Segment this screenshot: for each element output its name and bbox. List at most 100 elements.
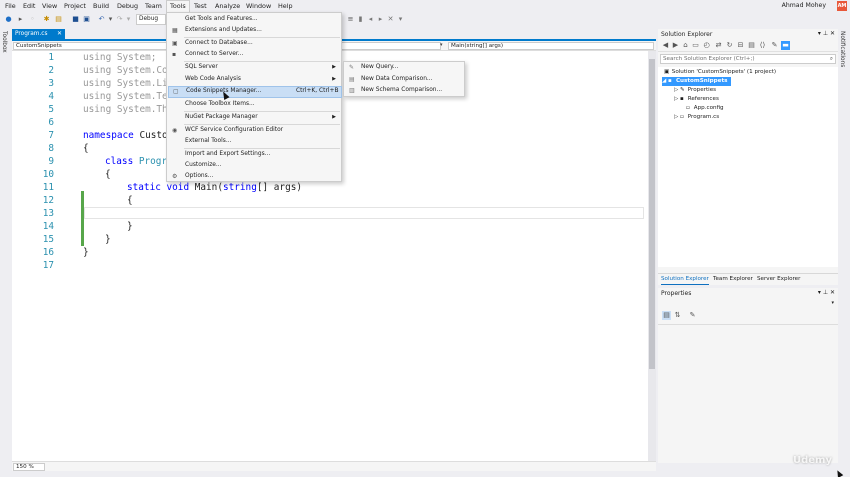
open-file-icon[interactable]: ▤ <box>54 15 63 24</box>
menu-debug[interactable]: Debug <box>114 0 141 12</box>
solution-search-input[interactable]: Search Solution Explorer (Ctrl+;) ⌕ <box>660 54 836 64</box>
pending-changes-icon[interactable]: ◴ <box>702 41 711 50</box>
menu-item-options[interactable]: ⚙ Options... <box>168 171 342 183</box>
undo-dropdown-icon[interactable]: ▾ <box>106 15 115 24</box>
menu-view[interactable]: View <box>39 0 60 12</box>
tree-item-project[interactable]: ◢ ▪ CustomSnippets <box>662 77 732 86</box>
collapse-all-icon[interactable]: ⊟ <box>736 41 745 50</box>
menu-item-web-code-analysis[interactable]: Web Code Analysis ▶ <box>168 74 342 86</box>
bookmark-icon[interactable]: ▮ <box>356 15 365 24</box>
menu-analyze[interactable]: Analyze <box>212 0 243 12</box>
dropdown-icon[interactable]: ▾ <box>818 30 821 37</box>
redo-dropdown-icon[interactable]: ▾ <box>124 15 133 24</box>
menu-item-connect-database[interactable]: ▣ Connect to Database... <box>168 38 342 50</box>
pin-icon[interactable]: ⊥ <box>823 30 828 37</box>
menu-item-label: NuGet Package Manager <box>185 114 258 120</box>
tree-item-properties[interactable]: ▷ ✎ Properties <box>674 86 716 95</box>
bookmark-clear-icon[interactable]: ✕ <box>386 15 395 24</box>
menu-item-import-export[interactable]: Import and Export Settings... <box>168 149 342 161</box>
submenu-item-label: New Schema Comparison... <box>361 87 443 93</box>
menu-test[interactable]: Test <box>191 0 210 12</box>
submenu-item-new-schema-comparison[interactable]: ▥ New Schema Comparison... <box>345 85 465 97</box>
preview-icon[interactable]: ▬ <box>781 41 790 50</box>
menu-item-external-tools[interactable]: External Tools... <box>168 136 342 148</box>
menu-item-extensions[interactable]: ▦ Extensions and Updates... <box>168 25 342 37</box>
user-name[interactable]: Ahmad Mohey <box>782 0 826 12</box>
tools-menu: Get Tools and Features... ▦ Extensions an… <box>166 12 342 182</box>
switch-views-icon[interactable]: ▭ <box>691 41 700 50</box>
search-icon[interactable]: ⌕ <box>830 55 833 63</box>
tab-program-cs[interactable]: Program.cs ✕ <box>12 29 65 39</box>
back-icon[interactable]: ● <box>4 15 13 24</box>
menu-item-customize[interactable]: Customize... <box>168 160 342 172</box>
property-pages-icon[interactable]: ✎ <box>688 311 697 320</box>
member-nav-dropdown[interactable]: Main(string[] args) <box>448 42 654 50</box>
submenu-item-new-data-comparison[interactable]: ▤ New Data Comparison... <box>345 74 465 86</box>
save-all-icon[interactable]: ▣ <box>82 15 91 24</box>
view-code-icon[interactable]: ⟨⟩ <box>758 41 767 50</box>
tree-item-app-config[interactable]: ▫ App.config <box>686 104 724 113</box>
menu-help[interactable]: Help <box>275 0 296 12</box>
menu-item-wcf-editor[interactable]: ◉ WCF Service Configuration Editor <box>168 125 342 137</box>
properties-icon[interactable]: ✎ <box>770 41 779 50</box>
toolbox-strip: Toolbox <box>0 27 12 477</box>
redo-icon[interactable]: ↷ <box>115 15 124 24</box>
menu-item-nuget[interactable]: NuGet Package Manager ▶ <box>168 112 342 124</box>
configuration-select[interactable]: Debug <box>136 14 166 25</box>
scrollbar-thumb[interactable] <box>649 59 655 369</box>
categorized-icon[interactable]: ▤ <box>662 311 671 320</box>
zoom-level-dropdown[interactable]: 150 % <box>13 463 45 471</box>
menu-window[interactable]: Window <box>243 0 274 12</box>
dropdown-icon[interactable]: ▾ <box>818 289 821 296</box>
menu-item-code-snippets-manager[interactable]: ▢ Code Snippets Manager... Ctrl+K, Ctrl+B <box>168 86 342 98</box>
comment-icon[interactable]: ≡ <box>346 15 355 24</box>
toolbox-tab[interactable]: Toolbox <box>1 31 7 53</box>
menu-team[interactable]: Team <box>142 0 165 12</box>
close-icon[interactable]: ✕ <box>830 30 835 37</box>
submenu-item-new-query[interactable]: ✎ New Query... <box>345 62 465 74</box>
chevron-down-icon[interactable]: ▾ <box>831 300 834 306</box>
show-all-files-icon[interactable]: ▤ <box>747 41 756 50</box>
code-line: namespace Custo <box>83 130 168 141</box>
chevron-down-icon[interactable]: ▾ <box>440 42 443 48</box>
refresh-icon[interactable]: ↻ <box>725 41 734 50</box>
tree-item-references[interactable]: ▷ ▪ References <box>674 95 719 104</box>
tab-solution-explorer[interactable]: Solution Explorer <box>661 275 709 285</box>
bookmark-prev-icon[interactable]: ◂ <box>366 15 375 24</box>
forward-icon[interactable]: ▶ <box>671 41 680 50</box>
menu-build[interactable]: Build <box>90 0 112 12</box>
alphabetical-icon[interactable]: ⇅ <box>673 311 682 320</box>
sync-icon[interactable]: ⇄ <box>714 41 723 50</box>
toolbar-overflow-icon[interactable]: ▾ <box>396 15 405 24</box>
menu-item-get-tools[interactable]: Get Tools and Features... <box>168 14 342 26</box>
home-icon[interactable]: ⌂ <box>681 41 690 50</box>
close-icon[interactable]: ✕ <box>830 289 835 296</box>
save-icon[interactable]: ■ <box>71 15 80 24</box>
menu-item-connect-server[interactable]: ▪ Connect to Server... <box>168 49 342 61</box>
menu-item-sql-server[interactable]: SQL Server ▶ <box>168 62 342 74</box>
menu-edit[interactable]: Edit <box>20 0 38 12</box>
forward-icon[interactable]: ▸ <box>16 15 25 24</box>
tree-item-program-cs[interactable]: ▷ ▫ Program.cs <box>674 113 719 122</box>
property-grid[interactable] <box>658 324 838 460</box>
menu-item-choose-toolbox-items[interactable]: Choose Toolbox Items... <box>168 99 342 111</box>
tree-item-solution[interactable]: ▣ Solution 'CustomSnippets' (1 project) <box>664 68 776 77</box>
object-selector[interactable]: ▾ <box>660 300 836 309</box>
menu-project[interactable]: Project <box>61 0 89 12</box>
menu-file[interactable]: File <box>2 0 19 12</box>
back-icon[interactable]: ◀ <box>661 41 670 50</box>
tab-server-explorer[interactable]: Server Explorer <box>757 275 800 284</box>
editor-status-bar: 150 % <box>12 461 656 471</box>
tab-team-explorer[interactable]: Team Explorer <box>713 275 753 284</box>
code-line: using System; <box>83 52 157 63</box>
pin-icon[interactable]: ⊥ <box>823 289 828 296</box>
menu-item-shortcut: Ctrl+K, Ctrl+B <box>296 88 339 94</box>
menu-tools[interactable]: Tools <box>166 0 190 12</box>
undo-icon[interactable]: ↶ <box>97 15 106 24</box>
new-project-icon[interactable]: ✱ <box>42 15 51 24</box>
close-icon[interactable]: ✕ <box>57 29 62 39</box>
notifications-tab[interactable]: Notifications <box>839 31 845 67</box>
editor-scrollbar[interactable] <box>648 51 656 461</box>
avatar[interactable]: AM <box>837 1 847 11</box>
bookmark-next-icon[interactable]: ▸ <box>376 15 385 24</box>
